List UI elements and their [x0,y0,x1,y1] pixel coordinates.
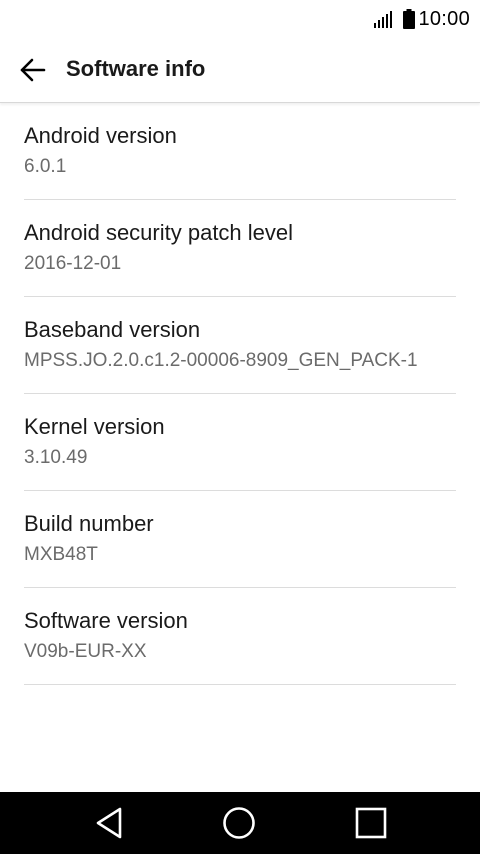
back-arrow-icon [20,58,46,82]
software-info-list: Android version 6.0.1 Android security p… [0,103,480,685]
item-value: MXB48T [24,544,98,565]
battery-icon [403,9,416,29]
status-bar: 10:00 [0,0,480,38]
item-value: 3.10.49 [24,447,88,468]
item-value: 6.0.1 [24,156,67,177]
item-title: Software version [24,608,188,633]
recents-square-icon [355,807,387,839]
page-title: Software info [66,56,206,81]
list-item-baseband-version[interactable]: Baseband version MPSS.JO.2.0.c1.2-00006-… [24,297,456,394]
list-item-android-version[interactable]: Android version 6.0.1 [24,103,456,200]
list-item-kernel-version[interactable]: Kernel version 3.10.49 [24,394,456,491]
nav-home-button[interactable] [219,803,259,843]
home-circle-icon [223,807,255,839]
navigation-bar [0,792,480,854]
item-title: Baseband version [24,317,201,342]
back-button[interactable] [14,52,50,88]
nav-back-button[interactable] [89,803,129,843]
list-item-security-patch-level[interactable]: Android security patch level 2016-12-01 [24,200,456,297]
item-title: Android security patch level [24,220,294,245]
item-value: 2016-12-01 [24,253,122,274]
status-icons: 10:00 [373,6,470,32]
back-triangle-icon [96,807,122,839]
list-item-software-version[interactable]: Software version V09b-EUR-XX [24,588,456,685]
app-bar: Software info [0,38,480,103]
nav-recents-button[interactable] [351,803,391,843]
item-title: Android version [24,123,177,148]
item-value: V09b-EUR-XX [24,641,147,662]
signal-icon [374,11,393,28]
list-item-build-number[interactable]: Build number MXB48T [24,491,456,588]
status-time: 10:00 [418,7,470,30]
item-value: MPSS.JO.2.0.c1.2-00006-8909_GEN_PACK-1 [24,350,418,371]
item-title: Kernel version [24,414,165,439]
item-title: Build number [24,511,154,536]
